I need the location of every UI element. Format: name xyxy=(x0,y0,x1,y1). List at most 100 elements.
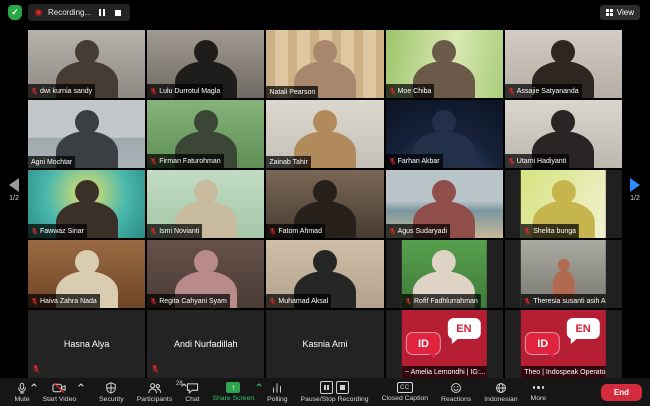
participant-name-label: Moe Chiba xyxy=(386,84,435,98)
recording-label: Recording... xyxy=(48,8,91,17)
participant-tile[interactable]: Regita Cahyani Syam xyxy=(147,240,264,308)
start-video-button[interactable]: Start Video xyxy=(36,378,83,406)
participant-tile[interactable]: Agus Sudaryadi xyxy=(386,170,503,238)
previous-page-arrow-icon[interactable] xyxy=(9,178,19,192)
participant-tile[interactable]: Utami Hadiyanti xyxy=(505,100,622,168)
mic-muted-icon xyxy=(150,157,157,166)
reactions-button[interactable]: Reactions xyxy=(435,378,478,406)
mic-muted-icon xyxy=(269,297,276,306)
participant-tile[interactable]: Haiva Zahra Nada xyxy=(28,240,145,308)
stop-icon[interactable] xyxy=(336,381,349,394)
mic-muted-icon xyxy=(269,227,276,236)
participant-name: ~ Amelia Lemondhi | IG:... xyxy=(405,369,486,376)
stop-recording-button[interactable] xyxy=(113,8,123,18)
closed-caption-button[interactable]: CC Closed Caption xyxy=(375,378,434,406)
participant-name-label: Haiva Zahra Nada xyxy=(28,294,100,308)
participant-name: Agni Mochtar xyxy=(31,159,72,166)
participant-name-label: Rofif Fadhlurrahman xyxy=(402,294,481,308)
participant-video: EN ID Theo | Indospeak Operator xyxy=(521,310,605,378)
participant-name-label: Regita Cahyani Syam xyxy=(147,294,230,308)
participant-name: Agus Sudaryadi xyxy=(398,228,447,235)
indospeak-en-bubble-icon: EN xyxy=(567,318,600,339)
reactions-label: Reactions xyxy=(441,396,471,403)
participant-tile[interactable]: Farhan Akbar xyxy=(386,100,503,168)
participant-name-label: Ismi Novianti xyxy=(147,224,202,238)
zoom-meeting-window: ✓ Recording... View 1/2 1/2 dwi kurnia s… xyxy=(0,0,650,406)
mic-muted-icon xyxy=(32,364,40,374)
closed-caption-label: Closed Caption xyxy=(382,395,428,402)
view-label: View xyxy=(617,8,634,17)
participant-tile[interactable]: EN ID ~ Amelia Lemondhi | IG:... xyxy=(386,310,503,378)
mic-muted-icon xyxy=(508,87,515,96)
mic-muted-icon xyxy=(31,227,38,236)
participant-name-label: Fawwaz Sinar xyxy=(28,224,87,238)
participant-tile[interactable]: Rofif Fadhlurrahman xyxy=(386,240,503,308)
polling-button[interactable]: Polling xyxy=(261,378,294,406)
next-page-arrow-icon[interactable] xyxy=(630,178,640,192)
chevron-up-icon[interactable] xyxy=(78,383,84,387)
mic-muted-icon xyxy=(524,227,531,236)
participant-name: Fawwaz Sinar xyxy=(40,228,84,235)
interpretation-label: Indonesian xyxy=(484,396,517,403)
participant-name-label: Lulu Durrotul Magla xyxy=(147,84,223,98)
mic-muted-icon xyxy=(405,297,412,306)
participant-tile[interactable]: Natali Pearson xyxy=(266,30,383,98)
participant-name-label: Theo | Indospeak Operator xyxy=(521,366,605,378)
mute-label: Mute xyxy=(15,396,30,403)
encryption-shield-icon[interactable]: ✓ xyxy=(8,5,22,20)
end-meeting-button[interactable]: End xyxy=(601,384,642,401)
previous-page-control[interactable]: 1/2 xyxy=(1,178,27,202)
participant-tile[interactable]: Shelita bunga xyxy=(505,170,622,238)
interpretation-button[interactable]: Indonesian xyxy=(478,378,524,406)
participant-tile[interactable]: Moe Chiba xyxy=(386,30,503,98)
participant-name-label: Farhan Akbar xyxy=(386,154,443,168)
mic-muted-icon xyxy=(150,87,157,96)
participant-tile[interactable]: dwi kurnia sandy xyxy=(28,30,145,98)
participant-name-label: Shelita bunga xyxy=(521,224,579,238)
participants-label: Participants xyxy=(137,396,173,403)
more-label: More xyxy=(531,395,547,402)
participant-tile[interactable]: Firman Faturohman xyxy=(147,100,264,168)
mute-button[interactable]: Mute xyxy=(8,378,36,406)
participant-tile[interactable]: Fawwaz Sinar xyxy=(28,170,145,238)
participant-name: Zainab Tahir xyxy=(269,159,307,166)
gallery-view-icon xyxy=(606,9,613,16)
chat-button[interactable]: Chat xyxy=(179,378,206,406)
security-button[interactable]: Security xyxy=(93,378,131,406)
participant-name: Assajie Satyananda xyxy=(517,88,579,95)
participant-tile[interactable]: EN ID Theo | Indospeak Operator xyxy=(505,310,622,378)
participant-tile[interactable]: Hasna Alya xyxy=(28,310,145,378)
en-label: EN xyxy=(575,323,590,335)
participant-tile[interactable]: Muhamad Aksal xyxy=(266,240,383,308)
participant-tile[interactable]: Theresia susanti asih Asih xyxy=(505,240,622,308)
participant-video: EN ID ~ Amelia Lemondhi | IG:... xyxy=(402,310,486,378)
polling-label: Polling xyxy=(267,396,287,403)
pause-stop-recording-button[interactable]: Pause/Stop Recording xyxy=(294,378,375,406)
next-page-control[interactable]: 1/2 xyxy=(622,178,648,202)
participant-name-label: Agni Mochtar xyxy=(28,156,75,168)
recording-dot-icon xyxy=(35,9,42,16)
participant-tile[interactable]: Andi Nurfadillah xyxy=(147,310,264,378)
pause-icon[interactable] xyxy=(320,381,333,394)
top-bar: ✓ Recording... View xyxy=(0,0,650,30)
participant-tile[interactable]: Ismi Novianti xyxy=(147,170,264,238)
participant-tile[interactable]: Zainab Tahir xyxy=(266,100,383,168)
pause-recording-button[interactable] xyxy=(97,8,107,18)
more-button[interactable]: More xyxy=(524,378,553,406)
closed-caption-icon: CC xyxy=(397,382,413,393)
participants-icon xyxy=(147,382,162,394)
chat-bubble-icon xyxy=(186,382,199,394)
participant-tile[interactable]: Fatom Ahmad xyxy=(266,170,383,238)
share-screen-button[interactable]: ↑ Share Screen xyxy=(206,378,261,406)
participant-name: Shelita bunga xyxy=(533,228,576,235)
participant-tile[interactable]: Kasnia Ami xyxy=(266,310,383,378)
video-off-icon xyxy=(52,382,67,394)
mic-muted-icon xyxy=(524,297,531,306)
participants-button[interactable]: 28 Participants xyxy=(130,378,179,406)
view-button[interactable]: View xyxy=(600,5,640,20)
participant-tile[interactable]: Agni Mochtar xyxy=(28,100,145,168)
mic-muted-icon xyxy=(508,157,515,166)
participant-tile[interactable]: Lulu Durrotul Magla xyxy=(147,30,264,98)
security-label: Security xyxy=(99,396,124,403)
participant-tile[interactable]: Assajie Satyananda xyxy=(505,30,622,98)
